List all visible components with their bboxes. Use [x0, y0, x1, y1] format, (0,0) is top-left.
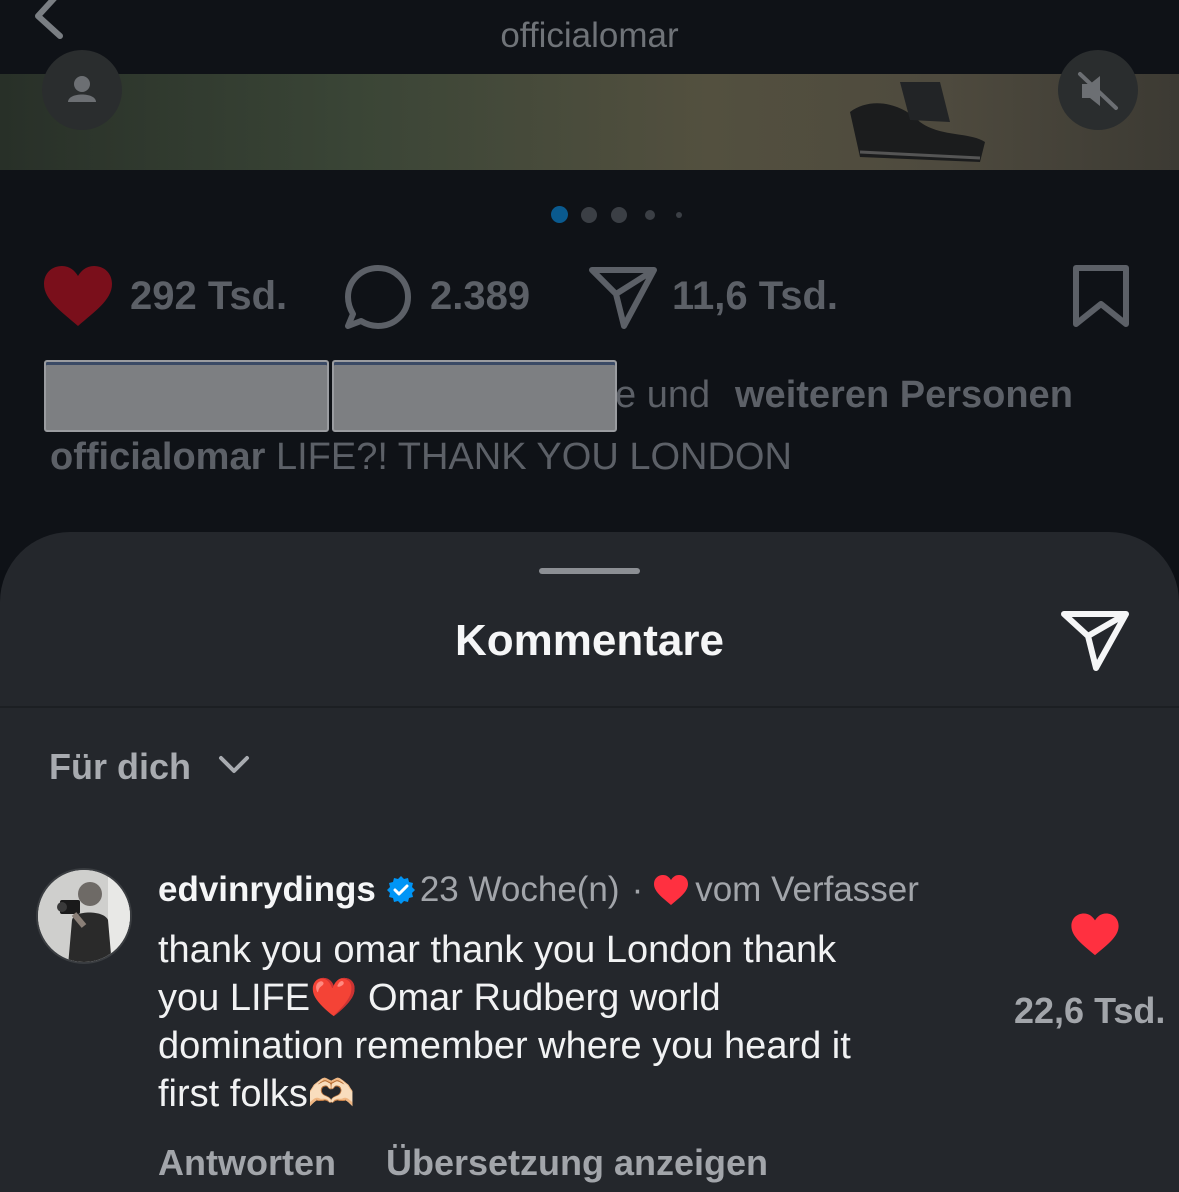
header-handle: officialomar: [500, 16, 679, 55]
comment-line: you LIFE❤️ Omar Rudberg world: [158, 977, 721, 1019]
comment-text: thank you omar thank you London thank yo…: [158, 926, 978, 1118]
comment-username[interactable]: edvinrydings: [158, 870, 376, 909]
post-caption: officialomar LIFE?! THANK YOU LONDON: [50, 436, 792, 479]
avatar[interactable]: [36, 868, 132, 964]
like-count[interactable]: 292 Tsd.: [130, 274, 287, 319]
translate-button[interactable]: Übersetzung anzeigen: [386, 1142, 768, 1183]
share-count[interactable]: 11,6 Tsd.: [672, 274, 838, 319]
sheet-title: Kommentare: [455, 616, 724, 665]
speaker-muted-icon: [1078, 72, 1118, 110]
carousel-dot-active: [551, 206, 568, 223]
meta-separator: ·: [631, 870, 644, 909]
heart-icon: [654, 875, 689, 905]
top-bar: officialomar: [0, 0, 1179, 74]
comments-sheet: Kommentare Für dich edvinrydings 23 Woch…: [0, 532, 1179, 1192]
comment-filter-dropdown[interactable]: Für dich: [49, 746, 191, 788]
share-icon[interactable]: [1060, 608, 1130, 672]
post-media[interactable]: [0, 74, 1179, 170]
mute-button[interactable]: [1058, 50, 1138, 130]
carousel-dot: [645, 210, 655, 220]
comment-actions: Antworten Übersetzung anzeigen: [158, 1142, 768, 1184]
sheet-grabber[interactable]: [539, 568, 640, 574]
verified-badge-icon: [386, 876, 415, 904]
avatar-photo: [38, 870, 130, 962]
user-icon: [68, 76, 96, 102]
chevron-down-icon[interactable]: [218, 754, 250, 776]
comment-line: domination remember where you heard it: [158, 1025, 851, 1067]
comment-age: 23 Woche(n): [419, 870, 620, 909]
comment-like-heart-icon[interactable]: [1070, 912, 1120, 958]
red-heart-emoji: ❤️: [310, 977, 358, 1019]
comment-like-count: 22,6 Tsd.: [1014, 990, 1166, 1031]
liked-by-text: e und: [615, 374, 711, 416]
comment-line: first folks🫶🏻: [158, 1073, 356, 1115]
shoe-image: [850, 82, 985, 162]
reply-button[interactable]: Antworten: [158, 1142, 336, 1183]
share-icon[interactable]: [588, 264, 658, 330]
liked-by-others[interactable]: weiteren Personen: [735, 374, 1073, 417]
post-actions: 292 Tsd. 2.389 11,6 Tsd.: [0, 262, 1179, 332]
comment-icon[interactable]: [344, 264, 412, 332]
heart-filled-icon[interactable]: [42, 264, 114, 330]
tagged-users-button[interactable]: [42, 50, 122, 130]
caption-text: LIFE?! THANK YOU LONDON: [265, 436, 792, 478]
carousel-indicator: [0, 204, 1179, 224]
caption-username[interactable]: officialomar: [50, 436, 265, 478]
carousel-dot: [611, 207, 627, 223]
bookmark-icon[interactable]: [1072, 264, 1130, 330]
redaction-box: [332, 360, 617, 432]
carousel-dot: [581, 207, 597, 223]
comment-line: thank you omar thank you London thank: [158, 929, 837, 971]
author-like-label: vom Verfasser: [695, 870, 919, 909]
redaction-box: [44, 360, 329, 432]
heart-hands-emoji: 🫶🏻: [307, 1073, 356, 1115]
carousel-dot: [676, 212, 682, 218]
sheet-divider: [0, 706, 1179, 708]
comment-header: edvinrydings 23 Woche(n) · vom Verfasser: [158, 870, 919, 916]
comment-count[interactable]: 2.389: [430, 274, 530, 319]
